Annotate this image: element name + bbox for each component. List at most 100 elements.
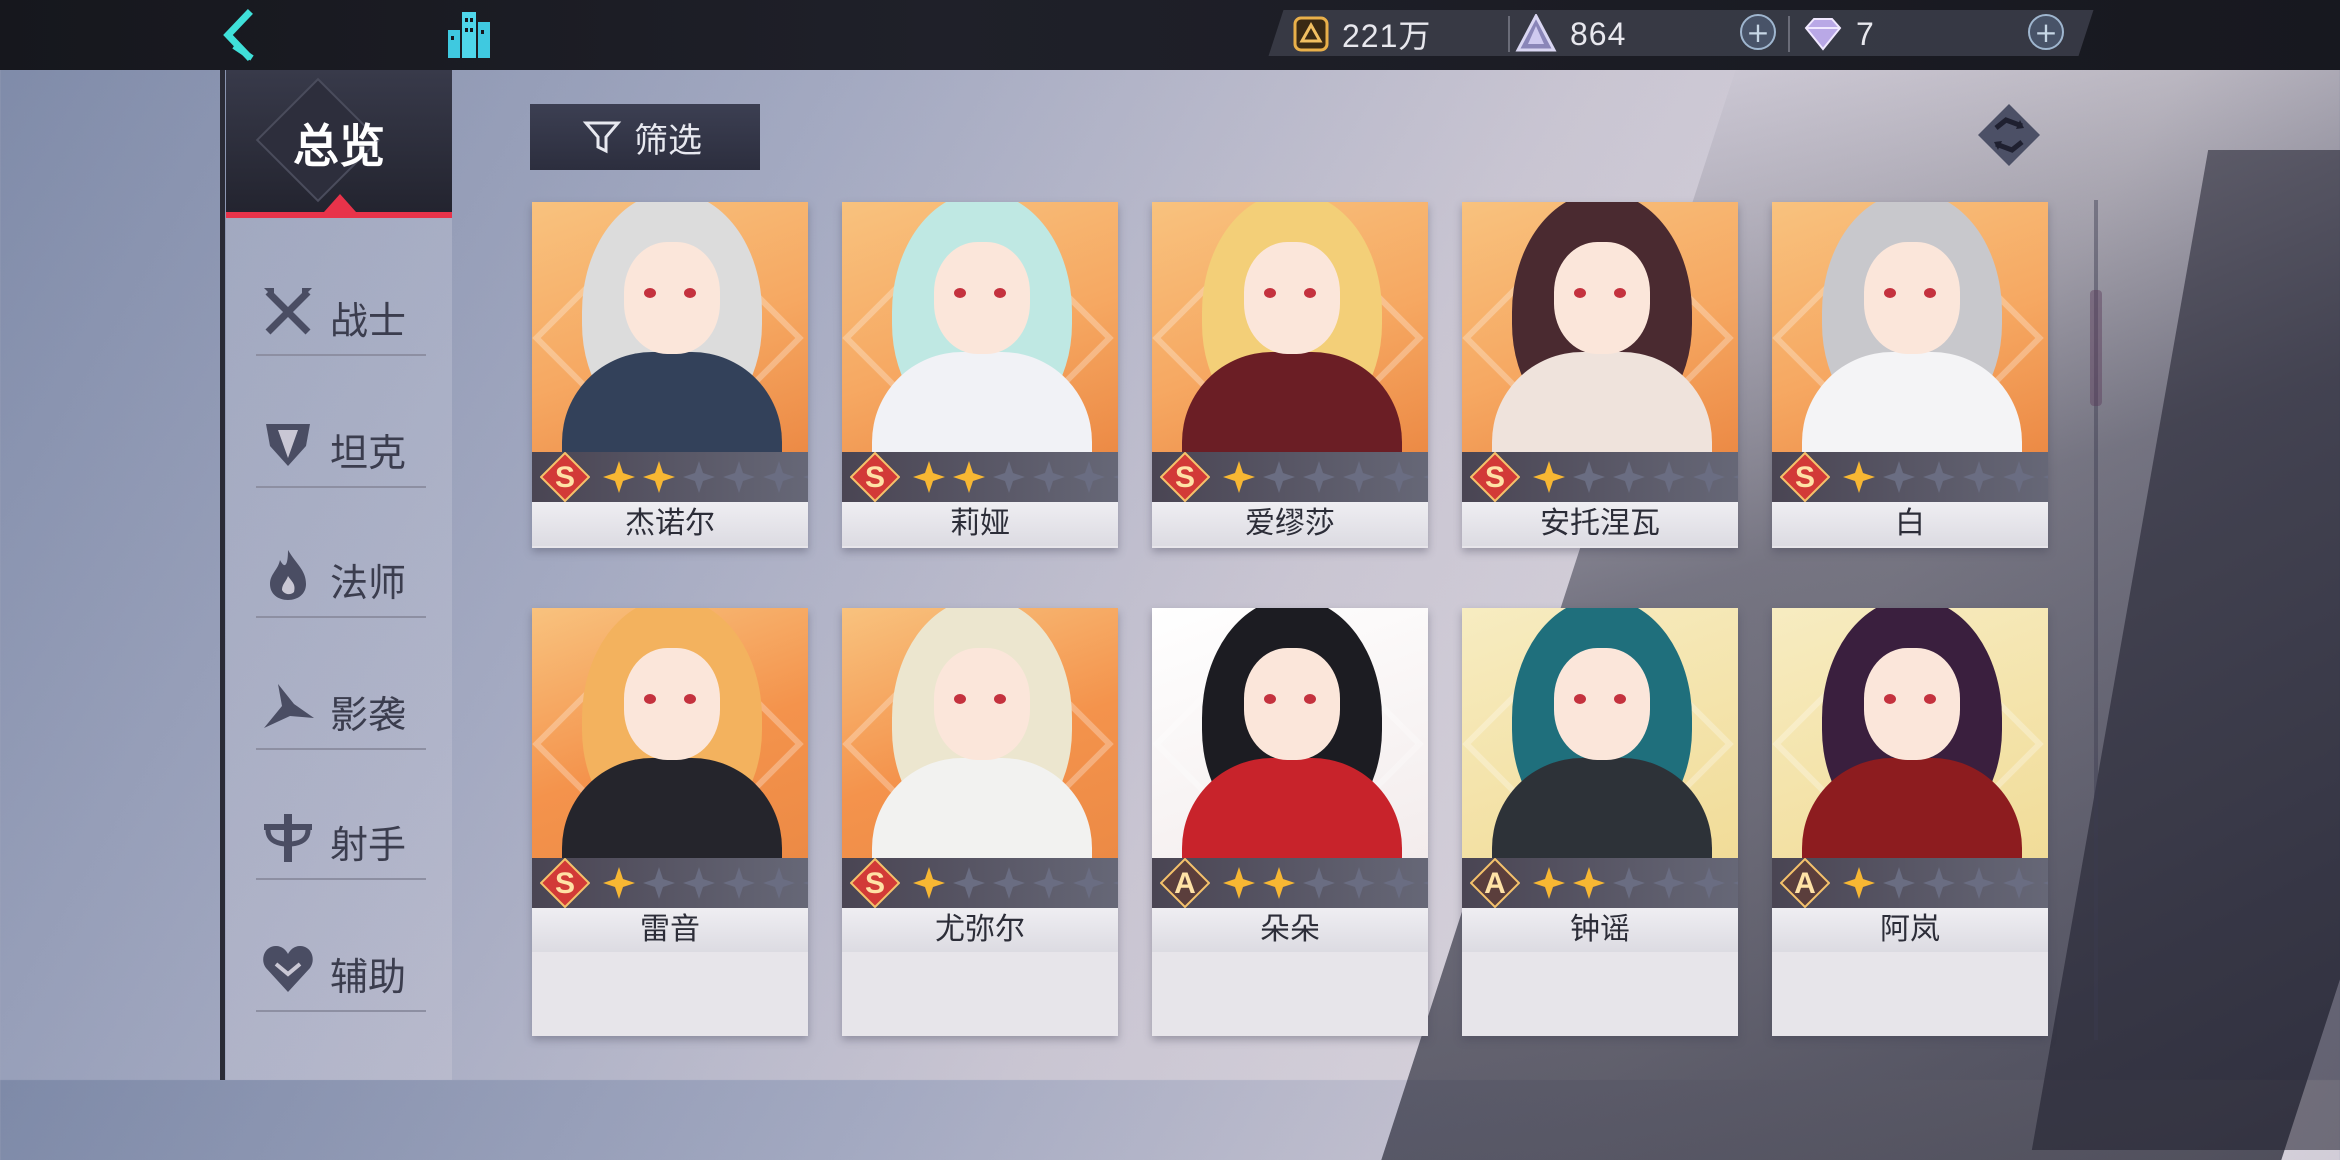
add-diamond-button[interactable]: + [2028, 14, 2064, 50]
refresh-button[interactable] [1976, 102, 2042, 168]
character-card[interactable]: S 莉娅 [842, 202, 1118, 548]
star-filled-icon [1843, 867, 1875, 899]
character-card[interactable]: A 钟谣 [1462, 608, 1738, 1036]
add-crystal-button[interactable]: + [1740, 14, 1776, 50]
character-eye [684, 694, 696, 704]
sidebar-border [220, 70, 225, 1080]
back-arrow-icon[interactable] [212, 6, 272, 64]
scrollbar-thumb[interactable] [2090, 290, 2102, 406]
rank-badge: S [1469, 451, 1521, 503]
sidebar-item-label: 战士 [330, 299, 407, 343]
svg-text:S: S [1485, 461, 1505, 494]
city-icon[interactable] [444, 6, 500, 62]
character-face [1244, 648, 1340, 760]
character-card[interactable]: A 阿岚 [1772, 608, 2048, 1036]
character-portrait [1152, 608, 1428, 858]
character-card[interactable]: S 尤弥尔 [842, 608, 1118, 1036]
character-portrait [1462, 608, 1738, 858]
character-card[interactable]: S 雷音 [532, 608, 808, 1036]
character-portrait [1462, 202, 1738, 452]
filter-button[interactable]: 筛选 [530, 104, 760, 170]
character-face [934, 242, 1030, 354]
star-empty-icon [2003, 867, 2035, 899]
star-filled-icon [953, 461, 985, 493]
character-eye [1304, 288, 1316, 298]
star-empty-icon [1923, 461, 1955, 493]
character-name: 爱缪莎 [1152, 502, 1428, 546]
character-portrait [842, 608, 1118, 858]
character-card[interactable]: S 爱缪莎 [1152, 202, 1428, 548]
character-name: 尤弥尔 [842, 908, 1118, 952]
character-eye [1884, 694, 1896, 704]
character-card[interactable]: S 安托涅瓦 [1462, 202, 1738, 548]
star-empty-icon [1653, 461, 1685, 493]
star-rating [912, 452, 1118, 502]
character-card[interactable]: A 朵朵 [1152, 608, 1428, 1036]
star-empty-icon [1613, 461, 1645, 493]
gold-coin-icon [1293, 16, 1329, 52]
character-eye [994, 694, 1006, 704]
star-filled-icon [643, 461, 675, 493]
filter-label: 筛选 [634, 120, 702, 161]
rank-badge: S [1779, 451, 1831, 503]
star-empty-icon [803, 475, 808, 479]
rank-badge: A [1779, 857, 1831, 909]
sidebar-item-tank[interactable]: 坦克 [256, 394, 426, 502]
star-empty-icon [2043, 881, 2048, 885]
top-bar: 221万 864 + 7 + [0, 0, 2340, 70]
character-name: 阿岚 [1772, 908, 2048, 952]
rank-badge: S [539, 451, 591, 503]
star-rating [602, 452, 808, 502]
star-empty-icon [803, 881, 808, 885]
star-empty-icon [993, 461, 1025, 493]
star-empty-icon [1343, 867, 1375, 899]
star-rating [912, 858, 1118, 908]
star-empty-icon [1963, 867, 1995, 899]
sidebar-item-assassin[interactable]: 影袭 [256, 656, 426, 764]
heart-icon [263, 946, 313, 992]
star-empty-icon [1733, 475, 1738, 479]
star-rating [1222, 452, 1428, 502]
rank-bar: S [842, 857, 1118, 909]
star-filled-icon [1533, 867, 1565, 899]
character-eye [954, 288, 966, 298]
star-empty-icon [1303, 867, 1335, 899]
svg-text:S: S [1795, 461, 1815, 494]
character-portrait [532, 608, 808, 858]
character-name: 莉娅 [842, 502, 1118, 546]
character-card[interactable]: S 杰诺尔 [532, 202, 808, 548]
star-empty-icon [1423, 881, 1428, 885]
character-card[interactable]: S白 [1772, 202, 2048, 548]
character-face [1244, 242, 1340, 354]
character-name: 安托涅瓦 [1462, 502, 1738, 546]
star-filled-icon [1533, 461, 1565, 493]
star-rating [1532, 452, 1738, 502]
star-empty-icon [1733, 881, 1738, 885]
svg-text:S: S [865, 867, 885, 900]
shadow-icon [264, 684, 314, 728]
character-portrait [1772, 202, 2048, 452]
star-empty-icon [1693, 867, 1725, 899]
character-portrait [842, 202, 1118, 452]
star-empty-icon [1033, 461, 1065, 493]
character-eye [954, 694, 966, 704]
character-face [624, 648, 720, 760]
sidebar-item-marksman[interactable]: 射手 [256, 786, 426, 894]
sidebar-item-mage[interactable]: 法师 [256, 524, 426, 632]
sidebar-item-warrior[interactable]: 战士 [256, 262, 426, 370]
sidebar-item-label: 射手 [330, 823, 407, 867]
star-empty-icon [1693, 461, 1725, 493]
star-empty-icon [643, 867, 675, 899]
rank-badge: S [849, 451, 901, 503]
star-empty-icon [1073, 867, 1105, 899]
character-portrait [1152, 202, 1428, 452]
sidebar-item-support[interactable]: 辅助 [256, 918, 426, 1026]
refresh-icon [1978, 104, 2040, 166]
star-rating [1842, 452, 2048, 502]
svg-text:S: S [1175, 461, 1195, 494]
rank-s-icon: S [1779, 451, 1831, 503]
divider [1508, 16, 1510, 52]
tab-overview[interactable]: 总览 [226, 70, 452, 218]
rank-s-icon: S [539, 857, 591, 909]
divider [1788, 16, 1790, 52]
